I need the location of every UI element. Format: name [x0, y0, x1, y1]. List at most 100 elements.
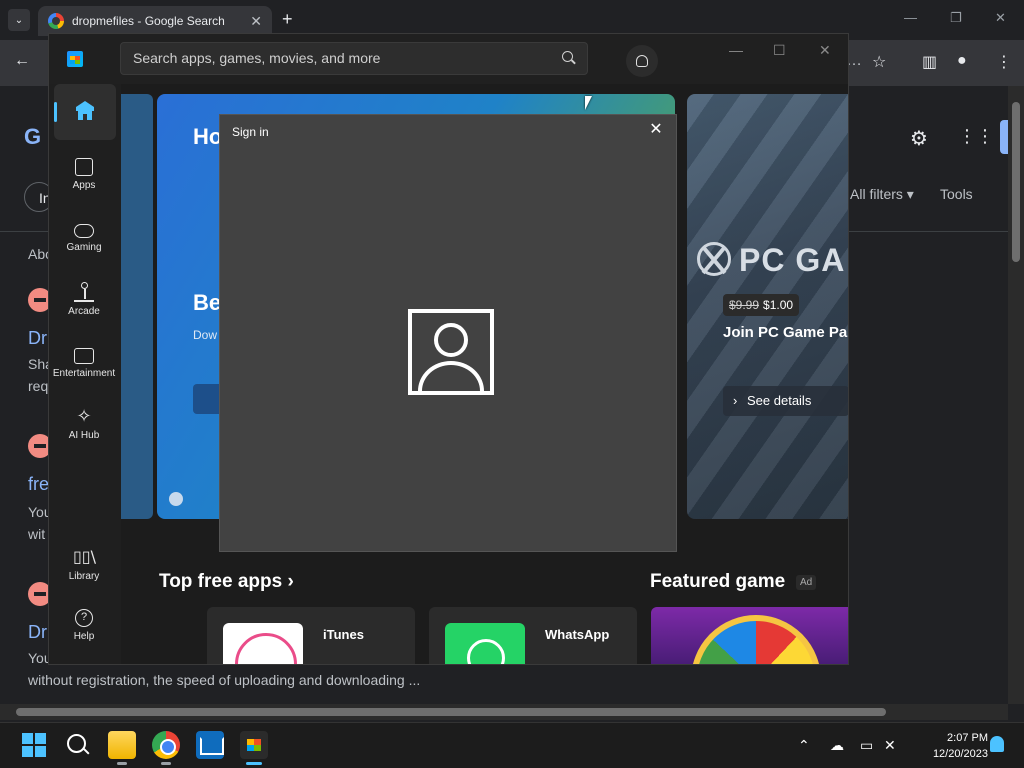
theme-moon-icon[interactable] [169, 492, 183, 506]
nav-help[interactable]: ? Help [49, 605, 119, 661]
profile-icon[interactable]: ● [957, 52, 967, 70]
library-icon: ▯▯\ [73, 547, 96, 566]
nav-label: Help [73, 631, 95, 642]
settings-gear-icon[interactable]: ⚙ [910, 126, 928, 151]
account-button[interactable] [626, 45, 658, 77]
result-snippet: wit [28, 526, 46, 542]
top-free-apps-title: Top free apps [159, 571, 283, 592]
result-title[interactable]: fre [28, 474, 49, 495]
sparkle-icon: ✧ [76, 406, 92, 426]
tab-search-button[interactable]: ⌄ [8, 9, 30, 31]
start-button[interactable] [20, 731, 48, 759]
store-search-input[interactable]: Search apps, games, movies, and more [120, 42, 588, 75]
joystick-icon [74, 282, 94, 302]
running-indicator [117, 762, 127, 765]
sign-in-button-edge[interactable] [1000, 120, 1008, 154]
google-favicon-icon [48, 13, 64, 29]
nav-library[interactable]: ▯▯\ Library [49, 543, 119, 599]
onedrive-icon[interactable]: ☁ [830, 737, 844, 754]
featured-game-card[interactable] [651, 607, 848, 664]
file-explorer-icon[interactable] [108, 731, 136, 759]
tools-button[interactable]: Tools [940, 186, 973, 202]
scrollbar-thumb[interactable] [16, 708, 886, 716]
close-window-button[interactable]: ✕ [995, 10, 1006, 26]
restore-button[interactable]: ❐ [950, 10, 962, 26]
whatsapp-icon [445, 623, 525, 664]
store-minimize-button[interactable]: — [729, 42, 743, 58]
old-price: $9.99 [729, 298, 760, 312]
chevron-right-icon: › [733, 393, 738, 408]
nav-arcade[interactable]: Arcade [49, 278, 119, 334]
result-snippet: without registration, the speed of uploa… [28, 672, 421, 688]
all-filters-button[interactable]: All filters ▾ [850, 186, 914, 203]
active-indicator [246, 762, 262, 765]
vertical-scrollbar[interactable] [1008, 86, 1024, 704]
result-title[interactable]: Dr [28, 328, 47, 349]
sign-in-dialog: Sign in ✕ [219, 114, 677, 552]
windows-taskbar: ⌃ ☁ ▭ ✕ 2:07 PM 12/20/2023 [0, 722, 1024, 768]
nav-apps[interactable]: Apps [49, 154, 119, 210]
system-clock[interactable]: 2:07 PM 12/20/2023 [914, 730, 988, 762]
scrollbar-thumb[interactable] [1012, 102, 1020, 262]
nav-entertainment[interactable]: Entertainment [49, 340, 119, 396]
horizontal-scrollbar[interactable] [0, 704, 1008, 720]
search-icon[interactable] [562, 51, 573, 62]
network-icon[interactable]: ▭ [860, 737, 873, 754]
hero-description: Dow [193, 328, 218, 342]
store-maximize-button[interactable]: ☐ [773, 42, 786, 59]
featured-game-heading: Featured game [650, 571, 786, 592]
tab-close-icon[interactable]: ✕ [250, 13, 262, 30]
store-logo-icon [67, 51, 83, 67]
itunes-icon [223, 623, 303, 664]
promo-brand: PC GA [739, 242, 846, 278]
mail-icon[interactable] [196, 731, 224, 759]
new-price: $1.00 [763, 298, 794, 312]
microsoft-store-taskbar-icon[interactable] [240, 731, 268, 759]
close-icon[interactable]: ✕ [647, 121, 665, 139]
notification-bell-icon[interactable] [990, 736, 1004, 752]
google-logo-fragment[interactable]: G [24, 124, 41, 150]
hero-subtitle: Be [193, 290, 222, 315]
chrome-icon[interactable] [152, 731, 180, 759]
person-icon [636, 55, 648, 67]
running-indicator [161, 762, 171, 765]
active-indicator [54, 102, 57, 122]
volume-muted-icon[interactable]: ✕ [884, 737, 896, 754]
apps-icon [75, 158, 93, 176]
hero-previous-slide[interactable] [121, 94, 153, 519]
nav-gaming[interactable]: Gaming [49, 216, 119, 272]
chevron-right-icon: › [287, 571, 294, 592]
hero-title: Ho [193, 124, 223, 149]
result-title[interactable]: Dr [28, 622, 47, 643]
new-tab-button[interactable]: + [282, 9, 293, 30]
all-filters-label: All filters [850, 186, 903, 202]
apps-grid-icon[interactable]: ⋮⋮ [958, 126, 994, 147]
nav-label: Apps [72, 180, 96, 191]
browser-tab[interactable]: dropmefiles - Google Search ✕ [38, 6, 272, 36]
minimize-button[interactable]: — [904, 10, 917, 25]
clapperboard-icon [74, 348, 94, 364]
nav-home[interactable] [54, 84, 116, 140]
side-panel-icon[interactable]: ▥ [922, 52, 937, 72]
menu-kebab-icon[interactable]: ⋮ [996, 52, 1012, 72]
nav-ai-hub[interactable]: ✧ AI Hub [49, 402, 119, 458]
store-title-bar: Search apps, games, movies, and more — ☐… [49, 34, 848, 84]
result-snippet: req [28, 378, 49, 394]
app-card-whatsapp[interactable]: WhatsApp [429, 607, 637, 664]
bookmark-star-icon[interactable]: ☆ [872, 52, 886, 72]
store-close-button[interactable]: ✕ [819, 42, 831, 59]
pc-game-pass-promo[interactable]: PC GA $9.99 $1.00 Join PC Game Pa › See de… [687, 94, 848, 519]
tab-title: dropmefiles - Google Search [72, 14, 225, 28]
show-hidden-icons-chevron-up-icon[interactable]: ⌃ [798, 737, 810, 754]
taskbar-search-icon[interactable] [64, 731, 92, 759]
promo-headline: Join PC Game Pa [723, 324, 848, 341]
clock-time: 2:07 PM [947, 732, 988, 744]
mouse-cursor [585, 96, 592, 110]
see-details-button[interactable]: › See details [723, 386, 848, 416]
prize-wheel-image [691, 615, 821, 664]
ad-badge: Ad [796, 575, 817, 590]
top-free-apps-heading[interactable]: Top free apps › [159, 571, 294, 593]
app-card-itunes[interactable]: iTunes [207, 607, 415, 664]
gamepad-icon [74, 224, 94, 238]
back-icon[interactable]: ← [14, 52, 30, 70]
